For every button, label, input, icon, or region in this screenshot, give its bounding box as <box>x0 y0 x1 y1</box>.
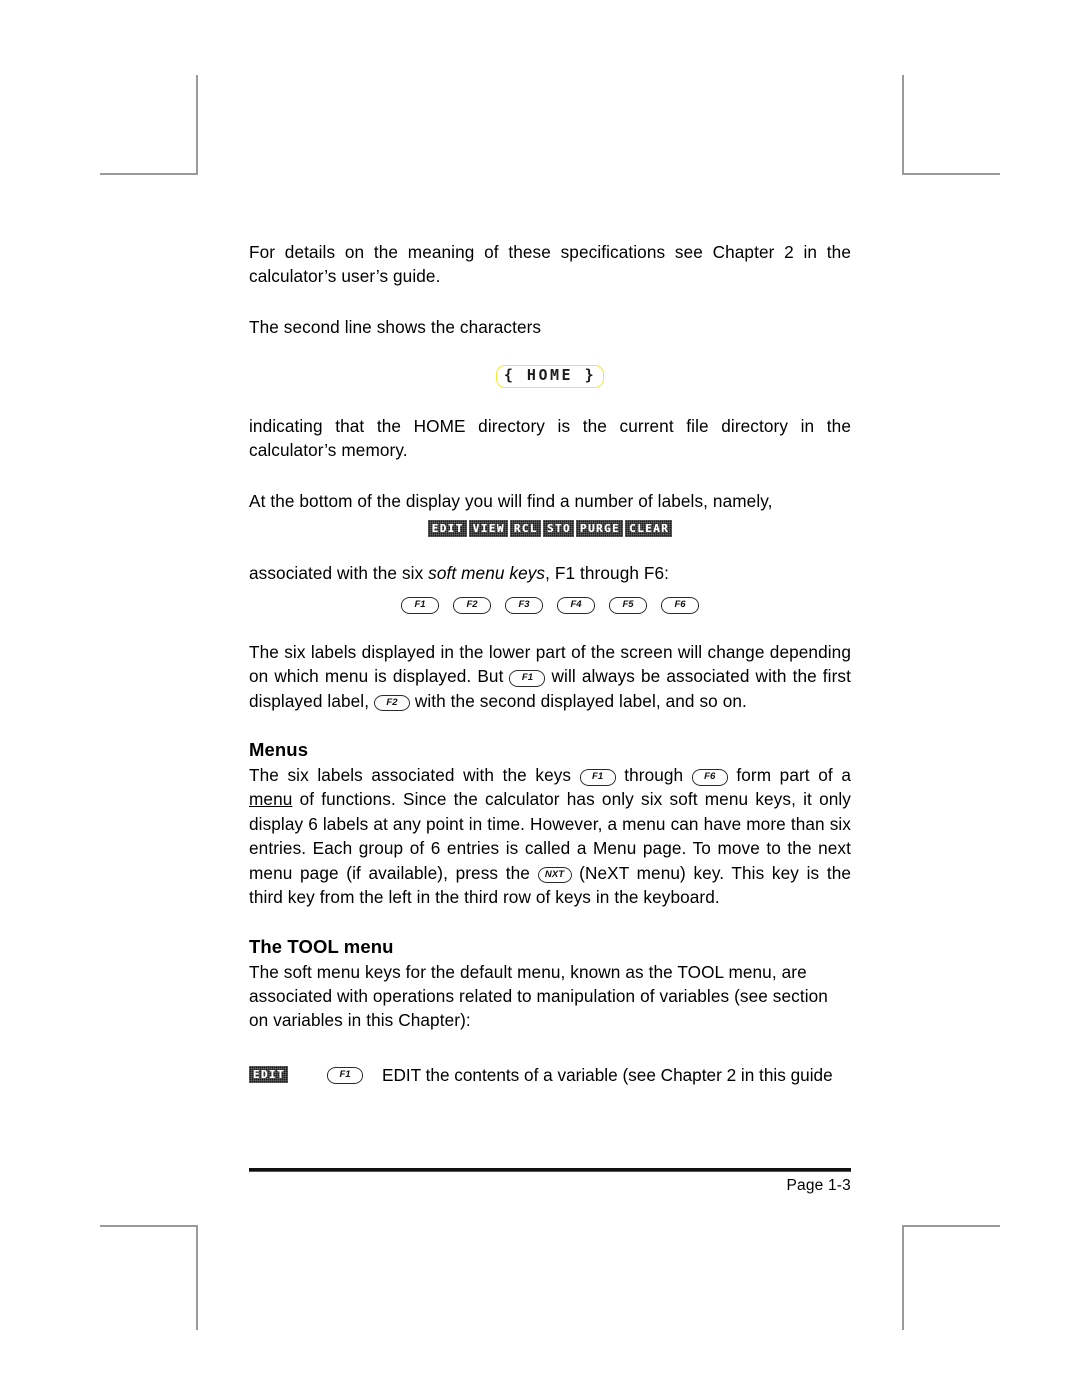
tool-entry-label-cell: EDIT <box>249 1066 327 1084</box>
page-footer: Page 1-3 <box>249 1168 851 1195</box>
soft-menu-label-purge: PURGE <box>576 520 623 537</box>
heading-menus: Menus <box>249 738 309 760</box>
emphasis-soft-menu-keys: soft menu keys <box>428 563 546 584</box>
crop-mark-vertical-line <box>196 1225 198 1330</box>
text-fragment: with the second displayed label, and so … <box>409 690 747 711</box>
heading-tool-menu: The TOOL menu <box>249 935 394 957</box>
paragraph-soft-menu-keys: associated with the six soft menu keys, … <box>249 561 851 585</box>
home-display-row: { HOME } <box>249 365 851 389</box>
soft-menu-label-view: VIEW <box>469 520 508 537</box>
paragraph-label-key-association: The six labels displayed in the lower pa… <box>249 640 851 713</box>
paragraph-home-directory-explanation: indicating that the HOME directory is th… <box>249 416 851 461</box>
paragraph-specifications-reference: For details on the meaning of these spec… <box>249 242 851 287</box>
key-nxt[interactable]: NXT <box>537 866 572 884</box>
page-content: For details on the meaning of these spec… <box>249 240 851 1087</box>
page-number: Page 1-3 <box>786 1177 851 1194</box>
soft-menu-label-strip: EDIT VIEW RCL STO PURGE CLEAR <box>249 519 851 537</box>
crop-mark-top-left <box>100 75 198 175</box>
key-f5[interactable]: F5 <box>609 596 647 614</box>
text-fragment: through <box>615 764 692 785</box>
key-f1[interactable]: F1 <box>509 670 546 687</box>
soft-menu-label-sto: STO <box>543 520 574 537</box>
paragraph-tool-menu-description: The soft menu keys for the default menu,… <box>249 961 828 1031</box>
paragraph-menus-description: The six labels associated with the keys … <box>249 763 851 910</box>
home-directory-lcd-display: { HOME } <box>495 365 605 389</box>
underlined-term-menu: menu <box>249 789 293 810</box>
key-f4[interactable]: F4 <box>557 596 595 614</box>
key-f2[interactable]: F2 <box>373 694 410 712</box>
crop-mark-horizontal-line <box>100 1225 198 1227</box>
crop-mark-horizontal-line <box>100 173 198 175</box>
paragraph-labels-intro: At the bottom of the display you will fi… <box>249 490 773 511</box>
crop-mark-vertical-line <box>196 75 198 175</box>
crop-mark-horizontal-line <box>902 173 1000 175</box>
soft-menu-label-edit: EDIT <box>428 520 467 537</box>
paragraph-second-line-intro: The second line shows the characters <box>249 316 542 337</box>
crop-mark-vertical-line <box>902 75 904 175</box>
tool-menu-entry-row: EDIT F1 EDIT the contents of a variable … <box>249 1063 851 1087</box>
tool-entry-description: EDIT the contents of a variable (see Cha… <box>382 1064 833 1085</box>
crop-mark-bottom-left <box>100 1225 198 1330</box>
text-fragment: , F1 through F6: <box>545 563 670 584</box>
crop-mark-horizontal-line <box>902 1225 1000 1227</box>
function-key-row: F1 F2 F3 F4 F5 F6 <box>249 596 851 614</box>
text-fragment: associated with the six <box>249 563 429 584</box>
tool-entry-key-cell: F1 <box>327 1066 382 1084</box>
soft-menu-label-clear: CLEAR <box>625 520 672 537</box>
crop-mark-vertical-line <box>902 1225 904 1330</box>
key-f2[interactable]: F2 <box>453 596 491 614</box>
key-f1[interactable]: F1 <box>327 1066 363 1084</box>
key-f1[interactable]: F1 <box>401 596 439 614</box>
crop-mark-bottom-right <box>902 1225 1000 1330</box>
key-f3[interactable]: F3 <box>505 596 543 614</box>
text-fragment: form part of a <box>727 764 851 785</box>
key-f6[interactable]: F6 <box>661 596 699 614</box>
crop-mark-top-right <box>902 75 1000 175</box>
soft-menu-label-rcl: RCL <box>510 520 541 537</box>
footer-divider-rule <box>249 1168 851 1172</box>
soft-menu-label-edit: EDIT <box>249 1066 288 1083</box>
key-f1[interactable]: F1 <box>579 768 616 786</box>
key-f6[interactable]: F6 <box>691 768 728 786</box>
text-fragment: The six labels associated with the keys <box>249 764 580 785</box>
